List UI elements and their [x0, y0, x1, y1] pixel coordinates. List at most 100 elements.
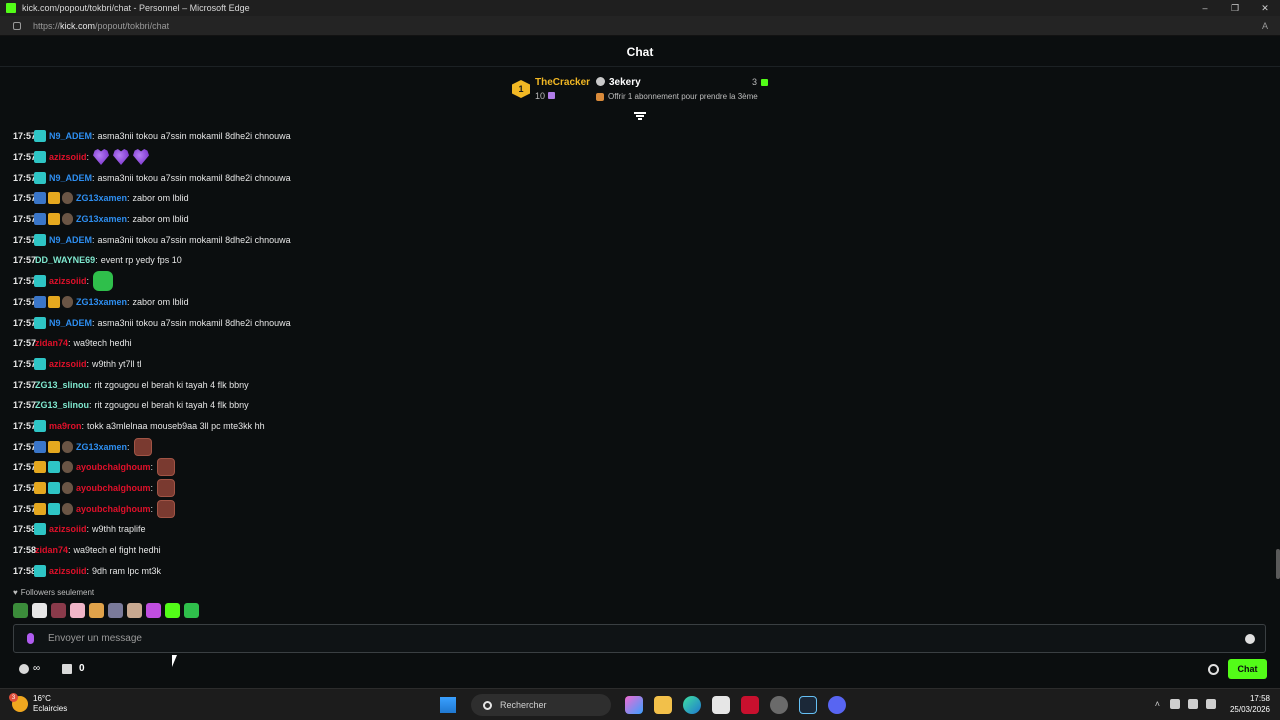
message-username[interactable]: azizsoiid — [49, 524, 87, 534]
emote-icon[interactable] — [13, 603, 28, 618]
windows-start-icon[interactable] — [440, 697, 456, 713]
chat-message[interactable]: 17:57 ayoubchalghoum: — [0, 457, 1270, 478]
chat-message[interactable]: 17:57 ZG13xamen: — [0, 436, 1270, 457]
sub-badge-icon[interactable] — [34, 171, 46, 184]
sword-badge-icon[interactable] — [34, 192, 46, 205]
weather-widget[interactable]: 3 16°C Eclaircies — [9, 693, 67, 714]
copilot-icon[interactable] — [625, 696, 643, 714]
lock-icon[interactable] — [13, 21, 21, 30]
steam-icon[interactable] — [799, 696, 817, 714]
sword-badge-icon[interactable] — [34, 213, 46, 226]
heart-emote-icon[interactable] — [133, 149, 150, 166]
message-username[interactable]: ma9ron — [49, 421, 82, 431]
chat-message-list[interactable]: 17:57 N9_ADEM: asma3nii tokou a7ssin mokam… — [0, 126, 1270, 581]
url-text[interactable]: https://kick.com/popout/tokbri/chat — [33, 21, 169, 31]
chat-message[interactable]: 17:57 azizsoiid: — [0, 271, 1270, 292]
chat-message[interactable]: 17:57 zidan74: wa9tech hedhi — [0, 333, 1270, 354]
emote-icon[interactable] — [108, 603, 123, 618]
chat-message[interactable]: 17:58 azizsoiid: w9thh traplife — [0, 519, 1270, 540]
store-button[interactable]: 0 — [62, 663, 85, 674]
chevron-up-icon[interactable]: ˄ — [1155, 699, 1160, 709]
og-badge-icon[interactable] — [62, 440, 73, 453]
message-username[interactable]: N9_ADEM — [49, 318, 92, 328]
crown-badge-icon[interactable] — [34, 461, 46, 474]
message-input-box[interactable] — [13, 624, 1266, 653]
og-badge-icon[interactable] — [62, 192, 73, 205]
recent-emotes[interactable] — [13, 603, 203, 618]
sub-badge-icon[interactable] — [34, 275, 46, 288]
chat-message[interactable]: 17:57 N9_ADEM: asma3nii tokou a7ssin mokam… — [0, 126, 1270, 147]
chrome-icon[interactable] — [770, 696, 788, 714]
sub-badge-icon[interactable] — [34, 130, 46, 143]
sub-badge-icon[interactable] — [48, 502, 60, 515]
message-username[interactable]: azizsoiid — [49, 152, 87, 162]
volume-icon[interactable] — [1205, 699, 1216, 709]
close-icon[interactable]: ✕ — [1250, 0, 1280, 16]
file-explorer-icon[interactable] — [654, 696, 672, 714]
message-username[interactable]: N9_ADEM — [49, 173, 92, 183]
chat-message[interactable]: 17:57 ZG13xamen: zabor om lblid — [0, 209, 1270, 230]
crown-badge-icon[interactable] — [34, 482, 46, 495]
message-username[interactable]: azizsoiid — [49, 276, 87, 286]
frog-emote-icon[interactable] — [93, 271, 114, 292]
chat-message[interactable]: 17:57 ZG13_slinou: rit zgougou el berah ki… — [0, 374, 1270, 395]
sub-badge-icon[interactable] — [34, 316, 46, 329]
microphone-tray-icon[interactable] — [1169, 699, 1180, 709]
sub-badge-icon[interactable] — [48, 482, 60, 495]
crown-badge-icon[interactable] — [48, 440, 60, 453]
chat-message[interactable]: 17:57 ayoubchalghoum: — [0, 498, 1270, 519]
collapse-leaderboard-icon[interactable] — [634, 111, 646, 121]
sword-badge-icon[interactable] — [34, 440, 46, 453]
sub-badge-icon[interactable] — [34, 523, 46, 536]
message-username[interactable]: ZG13xamen — [76, 214, 127, 224]
chat-scrollbar[interactable] — [1276, 549, 1280, 579]
taskbar-clock[interactable]: 17:58 25/03/2026 — [1230, 693, 1270, 715]
emote-icon[interactable] — [70, 603, 85, 618]
message-input[interactable] — [48, 633, 1198, 644]
message-username[interactable]: ayoubchalghoum — [76, 504, 151, 514]
message-username[interactable]: azizsoiid — [49, 359, 87, 369]
message-username[interactable]: N9_ADEM — [49, 235, 92, 245]
chat-message[interactable]: 17:57 azizsoiid: — [0, 147, 1270, 168]
crown-badge-icon[interactable] — [48, 213, 60, 226]
message-username[interactable]: azizsoiid — [49, 566, 87, 576]
network-icon[interactable] — [1187, 699, 1198, 709]
chat-message[interactable]: 17:57 ma9ron: tokk a3mlelnaa mouseb9aa 3ll… — [0, 416, 1270, 437]
emote-icon[interactable] — [32, 603, 47, 618]
microphone-icon[interactable] — [27, 633, 34, 644]
edge-icon[interactable] — [683, 696, 701, 714]
emote-icon[interactable] — [146, 603, 161, 618]
chat-message[interactable]: 17:57 N9_ADEM: asma3nii tokou a7ssin mokam… — [0, 167, 1270, 188]
message-username[interactable]: ZG13xamen — [76, 442, 127, 452]
message-username[interactable]: zidan74 — [35, 338, 68, 348]
pic-emote-icon[interactable] — [133, 437, 152, 456]
sub-badge-icon[interactable] — [34, 233, 46, 246]
og-badge-icon[interactable] — [62, 482, 73, 495]
og-badge-icon[interactable] — [62, 461, 73, 474]
message-username[interactable]: ayoubchalghoum — [76, 462, 151, 472]
sub-badge-icon[interactable] — [34, 419, 46, 432]
taskbar-search[interactable]: Rechercher — [471, 694, 611, 716]
og-badge-icon[interactable] — [62, 502, 73, 515]
emote-icon[interactable] — [51, 603, 66, 618]
sub-badge-icon[interactable] — [48, 461, 60, 474]
crown-badge-icon[interactable] — [48, 192, 60, 205]
acrobat-icon[interactable] — [741, 696, 759, 714]
heart-emote-icon[interactable] — [93, 149, 110, 166]
message-username[interactable]: zidan74 — [35, 545, 68, 555]
emote-icon[interactable] — [89, 603, 104, 618]
sub-badge-icon[interactable] — [34, 564, 46, 577]
chat-message[interactable]: 17:57 ZG13xamen: zabor om lblid — [0, 292, 1270, 313]
chat-message[interactable]: 17:57 azizsoiid: w9thh yt7ll tl — [0, 354, 1270, 375]
chat-message[interactable]: 17:57 ZG13xamen: zabor om lblid — [0, 188, 1270, 209]
message-username[interactable]: ayoubchalghoum — [76, 483, 151, 493]
sword-badge-icon[interactable] — [34, 295, 46, 308]
sub-badge-icon[interactable] — [34, 151, 46, 164]
leader-first-name[interactable]: TheCracker — [535, 77, 590, 88]
chat-message[interactable]: 17:58 azizsoiid:9dh ram lpc mt3k — [0, 560, 1270, 581]
crown-badge-icon[interactable] — [34, 502, 46, 515]
chat-message[interactable]: 17:58 zidan74: wa9tech el fight hedhi — [0, 540, 1270, 561]
pic-emote-icon[interactable] — [157, 479, 176, 498]
chat-message[interactable]: 17:57 N9_ADEM: asma3nii tokou a7ssin mokam… — [0, 312, 1270, 333]
message-username[interactable]: ZG13xamen — [76, 193, 127, 203]
